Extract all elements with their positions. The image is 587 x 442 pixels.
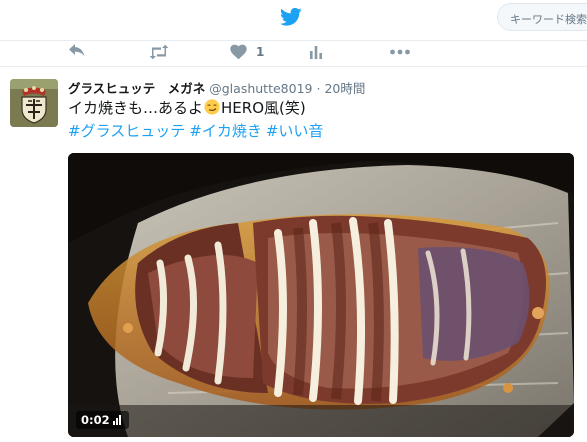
video-player[interactable]: 0:02 — [68, 153, 574, 437]
volume-icon[interactable] — [112, 415, 124, 425]
video-time: 0:02 — [81, 413, 110, 427]
tweet-text-part-1: イカ焼きも…あるよ — [68, 99, 204, 117]
tweet-time[interactable]: 20時間 — [324, 81, 365, 96]
hashtags: #グラスヒュッテ #イカ焼き #いい音 — [68, 120, 327, 142]
more-icon[interactable] — [389, 44, 411, 60]
reply-icon[interactable] — [68, 44, 86, 60]
separator: · — [316, 81, 321, 96]
tweet-header: グラスヒュッテ メガネ @glashutte8019 · 20時間 — [68, 78, 365, 97]
search-input[interactable]: キーワード検索 — [497, 3, 587, 31]
analytics-icon[interactable] — [309, 44, 323, 60]
twitter-bird-icon[interactable] — [280, 7, 302, 27]
author-name[interactable]: グラスヒュッテ メガネ — [68, 81, 205, 96]
like-count: 1 — [256, 45, 265, 59]
author-handle[interactable]: @glashutte8019 — [209, 81, 312, 96]
video-frame — [68, 153, 574, 437]
hashtag-link[interactable]: #グラスヒュッテ — [68, 122, 185, 140]
heart-icon[interactable] — [230, 44, 247, 60]
hashtag-link[interactable]: #いい音 — [266, 122, 324, 140]
avatar[interactable] — [10, 79, 58, 127]
smirking-face-emoji — [204, 99, 220, 115]
video-timestamp: 0:02 — [76, 411, 129, 429]
tweet-text: イカ焼きも…あるよ HERO風(笑) — [68, 97, 306, 119]
previous-tweet-actions: 1 — [0, 40, 587, 67]
crest-logo-icon — [10, 79, 58, 127]
hashtag-link[interactable]: #イカ焼き — [189, 122, 262, 140]
top-navigation-bar: キーワード検索 — [0, 0, 587, 41]
retweet-icon[interactable] — [148, 44, 170, 60]
tweet-text-part-2: HERO風(笑) — [221, 99, 306, 117]
